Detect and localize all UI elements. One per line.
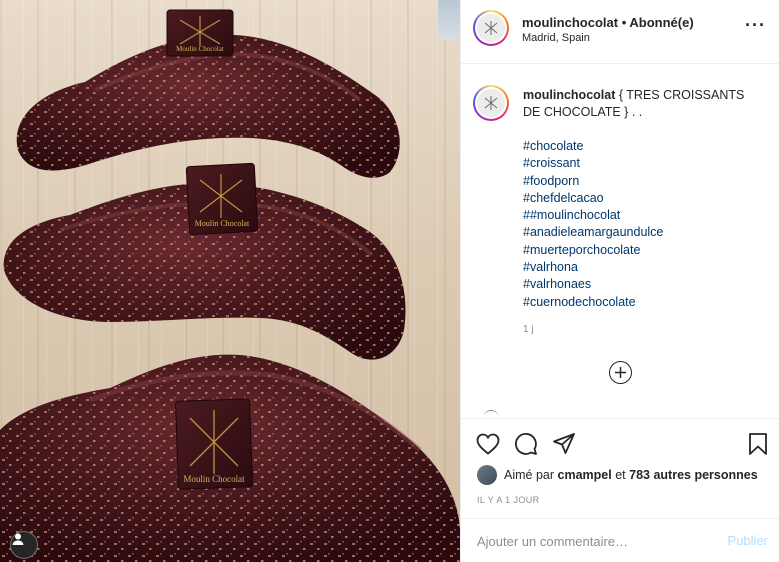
- save-button[interactable]: [745, 431, 771, 457]
- load-more-comments-button[interactable]: [609, 361, 632, 384]
- more-horizontal-icon: ···: [745, 15, 766, 35]
- hashtag-link[interactable]: #anadieleamargaundulce: [523, 224, 663, 241]
- comment-button[interactable]: [513, 431, 539, 457]
- user-icon: [12, 533, 24, 545]
- hashtag-link[interactable]: #foodporn: [523, 173, 663, 190]
- hashtag-link[interactable]: #muerteporchocolate: [523, 242, 663, 259]
- bookmark-icon: [749, 433, 767, 455]
- brand-logo-icon: [477, 89, 505, 117]
- caption-author-avatar[interactable]: [473, 85, 509, 121]
- caption-timestamp[interactable]: 1 j: [523, 324, 534, 335]
- post-photo[interactable]: Moulin Chocolat Moulin Chocolat Moulin C…: [0, 0, 460, 562]
- publish-button[interactable]: Publier: [728, 533, 768, 548]
- post-age[interactable]: IL Y A 1 JOUR: [477, 495, 540, 505]
- croissants-illustration: Moulin Chocolat Moulin Chocolat Moulin C…: [0, 9, 460, 562]
- hashtag-link[interactable]: #croissant: [523, 155, 663, 172]
- post-location[interactable]: Madrid, Spain: [522, 32, 590, 44]
- likes-summary[interactable]: Aimé par cmampel et 783 autres personnes: [477, 464, 758, 486]
- hashtag-link[interactable]: #chocolate: [523, 138, 663, 155]
- liker-username[interactable]: cmampel: [558, 468, 612, 482]
- caption-text: moulinchocolat { TRES CROISSANTS DE CHOC…: [523, 87, 763, 121]
- follow-status-button[interactable]: Abonné(e): [629, 15, 693, 30]
- hashtag-link[interactable]: #chefdelcacao: [523, 190, 663, 207]
- hashtag-link[interactable]: #valrhona: [523, 259, 663, 276]
- header-separator: •: [621, 15, 627, 30]
- product-label-2: Moulin Chocolat: [195, 219, 250, 228]
- caption-section: moulinchocolat { TRES CROISSANTS DE CHOC…: [461, 65, 779, 415]
- add-comment-bar: Publier: [461, 518, 779, 562]
- brand-logo-icon: [477, 14, 505, 42]
- croissant-2: Moulin Chocolat: [3, 162, 406, 360]
- product-label-3: Moulin Chocolat: [183, 474, 245, 484]
- post-details-panel: moulinchocolat • Abonné(e) Madrid, Spain…: [460, 0, 779, 562]
- tagged-users-button[interactable]: [10, 531, 38, 559]
- croissant-3: Moulin Chocolat: [0, 354, 460, 562]
- share-button[interactable]: [551, 431, 577, 457]
- product-label-1: Moulin Chocolat: [176, 45, 224, 53]
- like-button[interactable]: [475, 431, 501, 457]
- action-bar: Aimé par cmampel et 783 autres personnes…: [461, 418, 779, 518]
- heart-icon: [476, 433, 500, 455]
- likes-count[interactable]: 783 autres personnes: [629, 468, 758, 482]
- more-options-button[interactable]: ···: [745, 15, 766, 35]
- liker-avatar[interactable]: [477, 465, 497, 485]
- comment-avatar-peek: [483, 410, 499, 415]
- comment-input[interactable]: [477, 530, 707, 552]
- croissant-1: Moulin Chocolat: [16, 9, 400, 178]
- likes-middle: et: [615, 468, 626, 482]
- comment-icon: [515, 433, 537, 455]
- header-title-line: moulinchocolat • Abonné(e): [522, 15, 694, 30]
- hashtag-link[interactable]: #valrhonaes: [523, 276, 663, 293]
- author-username[interactable]: moulinchocolat: [522, 15, 618, 30]
- author-avatar[interactable]: [473, 10, 509, 46]
- hashtag-link[interactable]: ##moulinchocolat: [523, 207, 663, 224]
- hashtag-list: #chocolate #croissant #foodporn #chefdel…: [523, 138, 663, 311]
- likes-prefix: Aimé par: [504, 468, 555, 482]
- plus-icon: [615, 367, 626, 378]
- share-icon: [553, 433, 575, 454]
- hashtag-link[interactable]: #cuernodechocolate: [523, 294, 663, 311]
- post-header: moulinchocolat • Abonné(e) Madrid, Spain…: [461, 0, 779, 64]
- caption-username[interactable]: moulinchocolat: [523, 88, 615, 102]
